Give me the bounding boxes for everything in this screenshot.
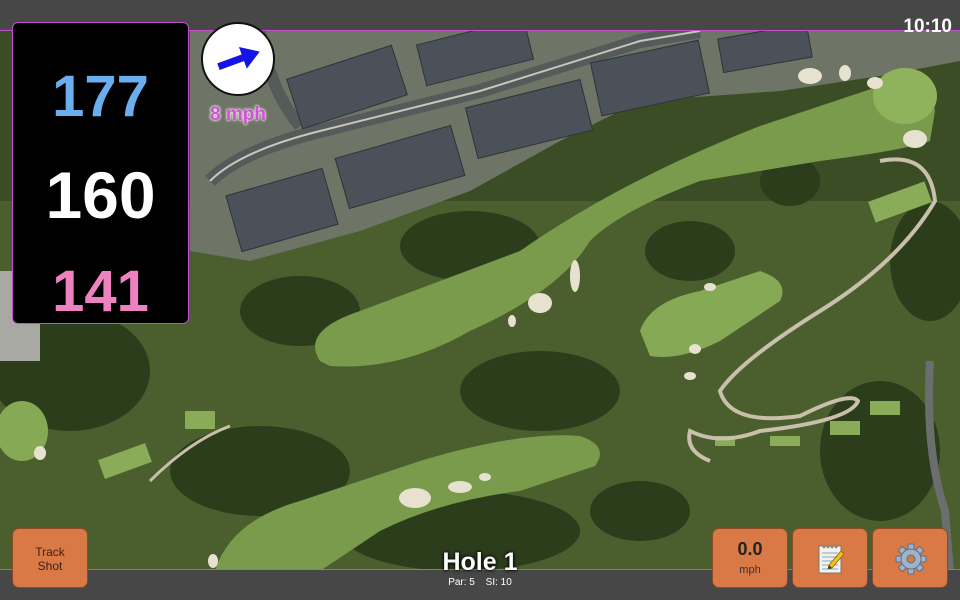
gear-icon xyxy=(895,543,927,575)
track-shot-label-line1: Track xyxy=(35,545,65,559)
front-distance: 141 xyxy=(52,259,149,324)
back-distance: 177 xyxy=(52,64,149,129)
hole-title: Hole 1 xyxy=(442,548,518,576)
golf-gps-app: 10:10 177 160 141 8 mph Track Shot Hole … xyxy=(0,0,960,600)
arrow-icon xyxy=(217,46,260,70)
speed-value: 0.0 xyxy=(737,539,763,559)
hole-stroke-index: SI: 10 xyxy=(485,577,512,588)
wind-speed: 8 mph xyxy=(210,104,266,125)
hole-info: Par: 5 SI: 10 xyxy=(380,577,580,588)
speed-button[interactable]: 0.0 mph xyxy=(712,528,788,588)
middle-distance: 160 xyxy=(45,158,156,232)
track-shot-button[interactable]: Track Shot xyxy=(12,528,88,588)
notepad-icon xyxy=(818,545,845,574)
wind-indicator xyxy=(201,22,275,96)
speed-unit: mph xyxy=(739,564,761,576)
settings-button[interactable] xyxy=(872,528,948,588)
distance-panel: 177 160 141 xyxy=(12,22,189,324)
notes-button[interactable] xyxy=(792,528,868,588)
clock: 10:10 xyxy=(903,16,952,37)
track-shot-label-line2: Shot xyxy=(37,559,63,573)
hole-par: Par: 5 xyxy=(448,577,475,588)
